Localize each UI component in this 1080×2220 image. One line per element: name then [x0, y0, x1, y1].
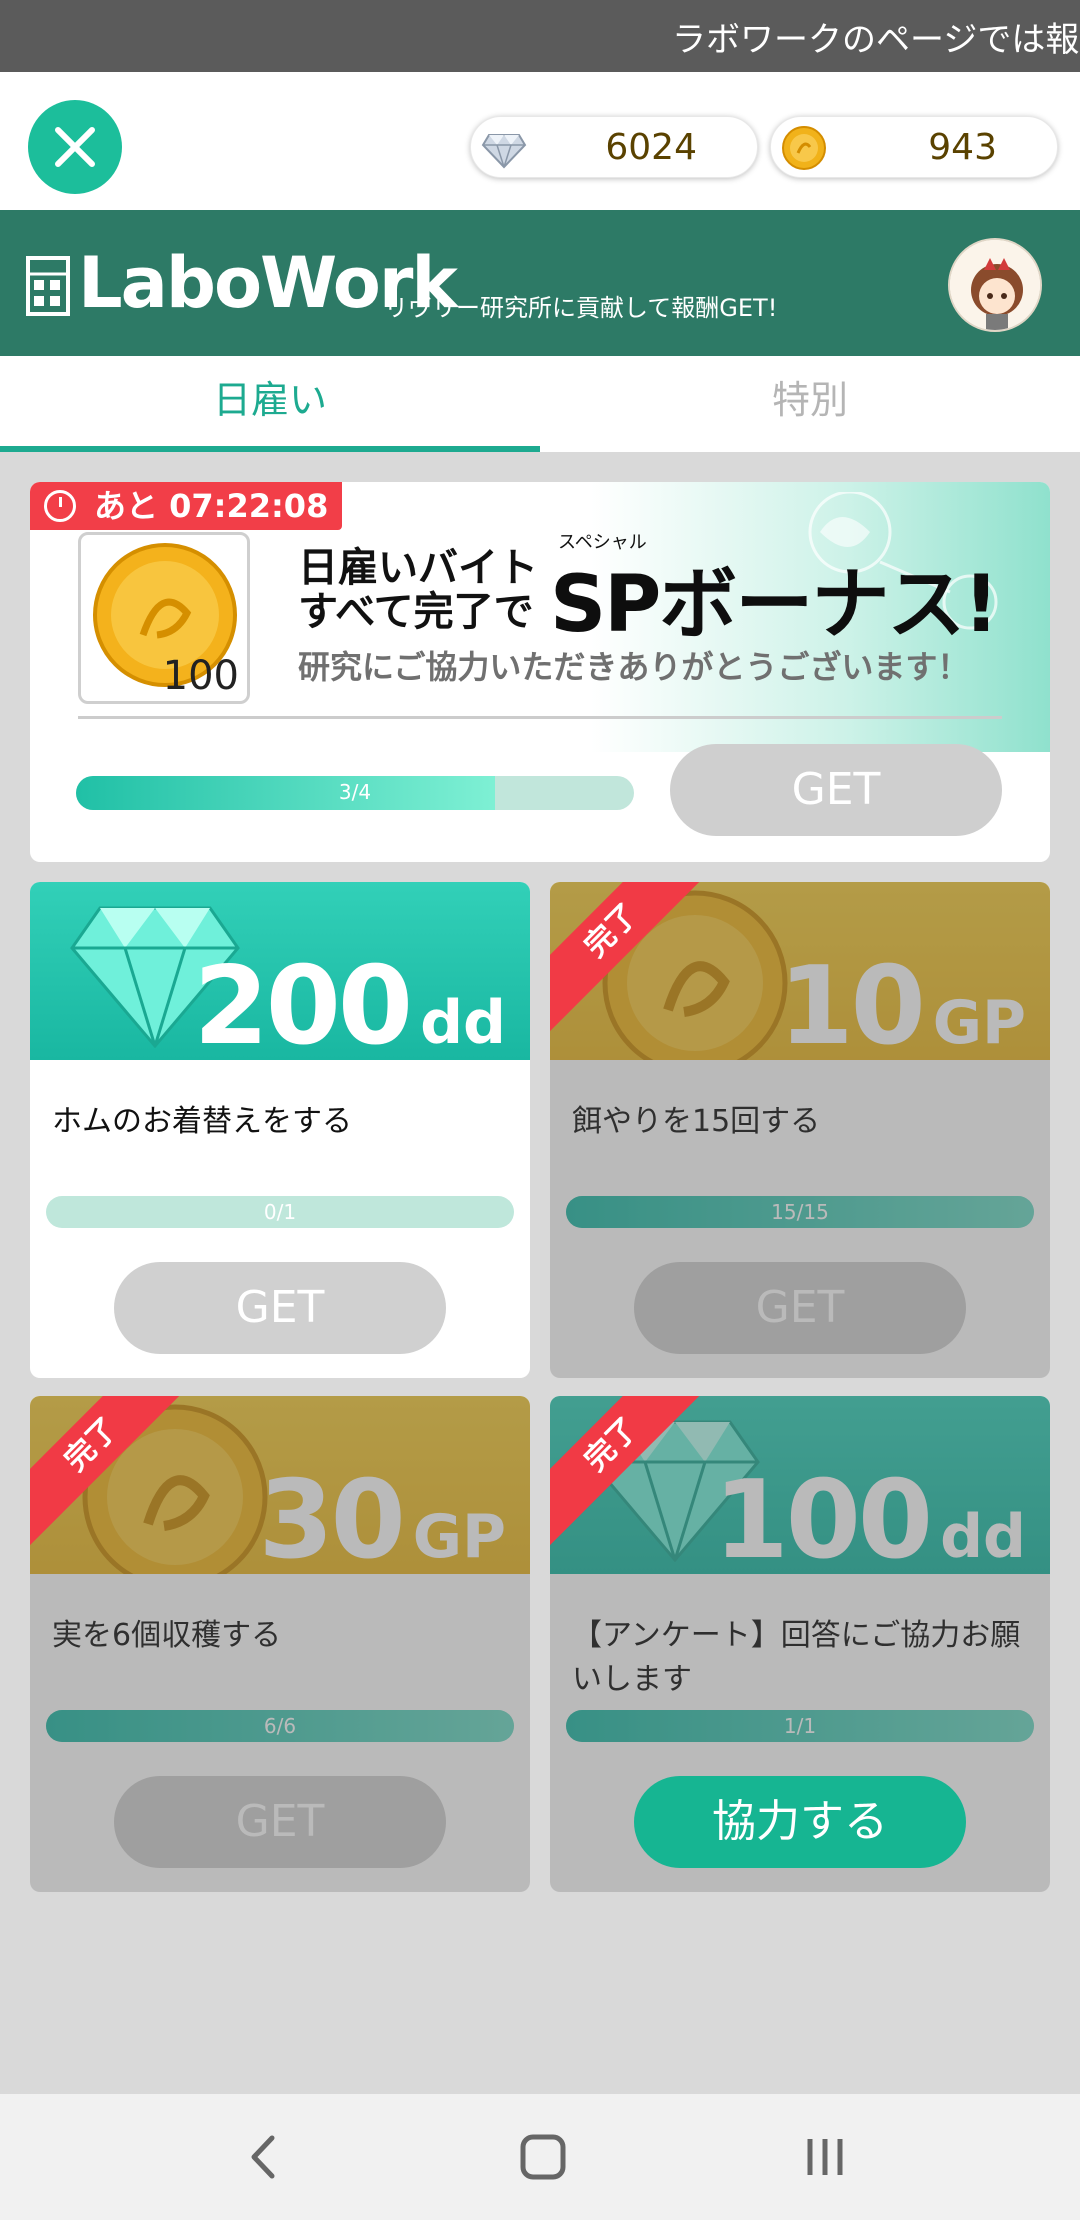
recents-icon[interactable] [790, 2124, 860, 2190]
gp-amount: 943 [928, 127, 997, 168]
task-progress-bar: 0/1 [46, 1196, 514, 1228]
bonus-get-button[interactable]: GET [670, 744, 1002, 836]
sp-bonus-headline: SPボーナス! [550, 560, 999, 650]
reward-unit: dd [420, 988, 506, 1058]
clock-icon [44, 490, 76, 522]
task-card-dress-up: 200 dd ホムのお着替えをする 0/1 GET [30, 882, 530, 1378]
home-icon[interactable] [508, 2124, 578, 2190]
close-icon [55, 127, 95, 167]
close-button[interactable] [28, 100, 122, 194]
task-label: ホムのお着替えをする [52, 1104, 352, 1139]
calculator-icon [26, 256, 70, 316]
task-reward: 200 dd [194, 944, 506, 1060]
bonus-progress-bar: 3/4 [76, 776, 634, 810]
tab-bar: 日雇い 特別 [0, 356, 1080, 452]
task-get-button[interactable]: GET [114, 1262, 446, 1354]
diamond-icon [481, 134, 527, 169]
tab-special[interactable]: 特別 [540, 356, 1080, 452]
character-portrait [950, 240, 1040, 330]
countdown-timer: あと 07:22:08 [30, 482, 342, 530]
thanks-message: 研究にご協力いただきありがとうございます！ [298, 648, 970, 686]
labo-header: LaboWork リヴリー研究所に貢献して報酬GET! [0, 210, 1080, 356]
coin-icon [782, 126, 826, 170]
task-progress-text: 0/1 [263, 1200, 297, 1224]
tab-daily[interactable]: 日雇い [0, 356, 540, 452]
back-icon[interactable] [228, 2124, 298, 2190]
gp-balance[interactable]: 943 [770, 116, 1058, 178]
bonus-line-2: すべて完了で [298, 589, 534, 635]
dd-amount: 6024 [605, 127, 697, 168]
completed-overlay [550, 882, 1050, 1378]
task-card-harvest: 30 GP 実を6個収穫する 6/6 GET 完了 [30, 1396, 530, 1892]
sp-bonus-card: あと 07:22:08 100 日雇いバイト すべて完了で スペシャル SPボー… [30, 482, 1050, 862]
task-banner: 200 dd [30, 882, 530, 1060]
status-bar: ラボワークのページでは報 [0, 0, 1080, 72]
bonus-progress-text: 3/4 [338, 780, 372, 804]
task-card-survey: 100 dd 【アンケート】回答にご協力お願いします 1/1 協力する 完了 [550, 1396, 1050, 1892]
reward-quantity: 100 [162, 653, 239, 699]
reward-amount: 200 [193, 944, 413, 1060]
cooperate-button[interactable]: 協力する [634, 1776, 966, 1868]
reward-coin: 100 [78, 532, 250, 704]
system-nav-bar [0, 2094, 1080, 2220]
divider [78, 716, 1002, 719]
header-tagline: リヴリー研究所に貢献して報酬GET! [384, 294, 778, 322]
dd-balance[interactable]: 6024 [470, 116, 758, 178]
bonus-line-1: 日雇いバイト [298, 545, 538, 591]
avatar[interactable] [948, 238, 1042, 332]
top-bar: 6024 943 [0, 72, 1080, 210]
completed-overlay [30, 1396, 530, 1892]
task-card-feeding: 10 GP 餌やりを15回する 15/15 GET 完了 [550, 882, 1050, 1378]
status-ticker: ラボワークのページでは報 [672, 20, 1080, 60]
timer-text: あと 07:22:08 [94, 487, 329, 525]
bonus-condition: 日雇いバイト すべて完了で [298, 546, 538, 634]
